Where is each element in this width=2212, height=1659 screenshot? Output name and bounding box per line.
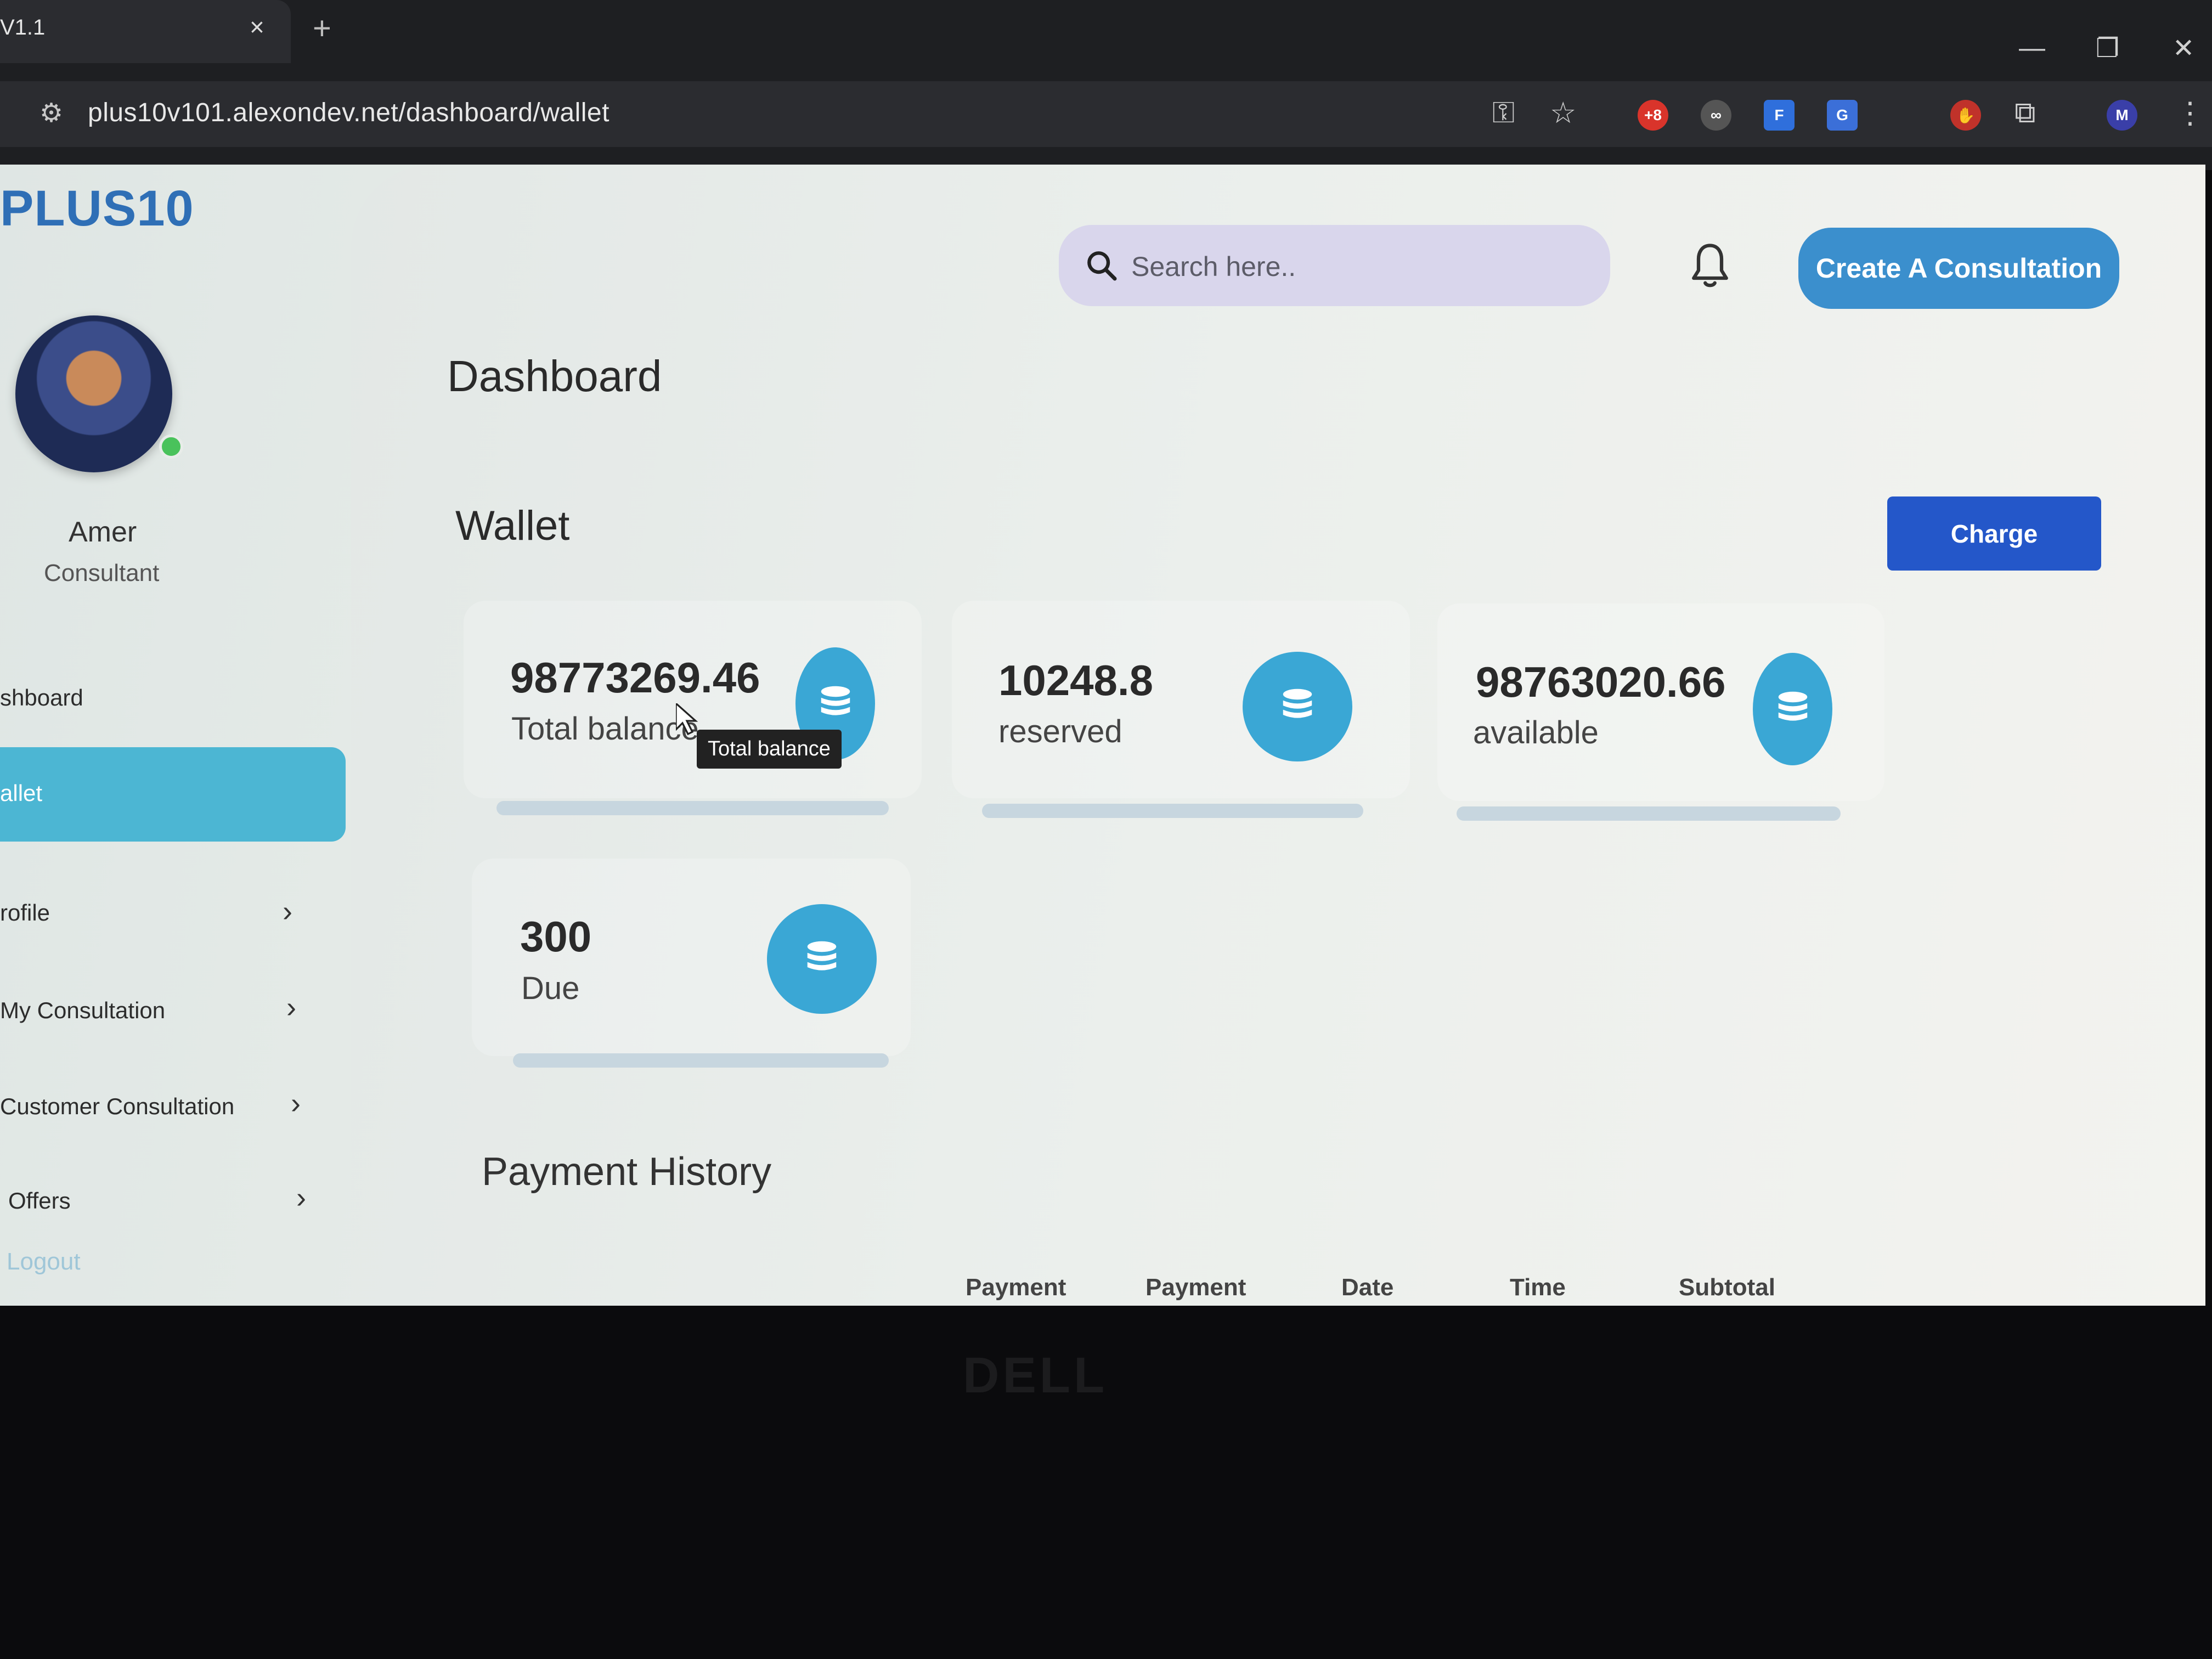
extension-icon-3[interactable]: F [1764, 100, 1795, 131]
sidebar-item-label: shboard [0, 685, 83, 710]
device-brand-logo: DELL [963, 1347, 1108, 1403]
total-balance-value: 98773269.46 [510, 653, 760, 702]
coins-icon [767, 904, 877, 1014]
browser-menu-icon[interactable]: ⋮ [2175, 95, 2205, 130]
mouse-cursor-icon [676, 703, 698, 736]
online-status-indicator [159, 435, 183, 459]
bookmark-star-icon[interactable]: ☆ [1550, 95, 1576, 130]
tab-close-icon[interactable]: × [250, 12, 264, 42]
create-consultation-button[interactable]: Create A Consultation [1798, 228, 2119, 309]
sidebar-item-offers[interactable]: Offers [8, 1188, 71, 1214]
wallet-section-title: Wallet [455, 503, 570, 549]
due-label: Due [521, 970, 580, 1006]
browser-chrome: V1.1 × + — ❐ ✕ ⚙ plus10v101.alexondev.ne… [0, 0, 2212, 170]
sidebar-item-customer-consultation[interactable]: Customer Consultation [0, 1093, 234, 1120]
reserved-label: reserved [998, 714, 1122, 749]
browser-tab[interactable]: V1.1 × [0, 0, 291, 63]
reserved-value: 10248.8 [998, 656, 1153, 704]
card-progress-bar [513, 1053, 889, 1068]
table-header-date: Date [1341, 1274, 1394, 1301]
sidebar-item-label: allet [0, 780, 43, 806]
total-balance-label: Total balance [511, 711, 699, 747]
search-input[interactable] [1130, 241, 1593, 292]
due-value: 300 [520, 912, 592, 961]
card-progress-bar [496, 801, 889, 815]
chevron-right-icon[interactable]: › [283, 894, 292, 928]
user-role: Consultant [44, 560, 160, 586]
page-title: Dashboard [447, 352, 662, 400]
coins-icon [1753, 653, 1832, 765]
close-window-icon[interactable]: ✕ [2172, 33, 2194, 64]
available-value: 98763020.66 [1476, 658, 1726, 706]
sidebar-item-label: Offers [8, 1188, 71, 1214]
web-page: PLUS10 Amer Consultant shboard allet rof… [0, 165, 2205, 1306]
sidebar-item-profile[interactable]: rofile [0, 900, 50, 926]
sidebar-item-my-consultation[interactable]: My Consultation [0, 997, 165, 1024]
translate-extension-icon[interactable]: G [1827, 100, 1858, 131]
coins-icon [1243, 652, 1352, 761]
extension-icon-4[interactable]: ✋ [1950, 100, 1981, 131]
table-header-payment: Payment [1146, 1274, 1246, 1301]
chevron-right-icon[interactable]: › [296, 1181, 306, 1215]
address-bar[interactable]: ⚙ plus10v101.alexondev.net/dashboard/wal… [0, 81, 2212, 147]
tab-title: V1.1 [0, 15, 46, 40]
search-bar[interactable] [1059, 225, 1610, 306]
search-icon [1087, 251, 1117, 281]
app-logo[interactable]: PLUS10 [0, 180, 194, 238]
sidebar-item-label: rofile [0, 900, 50, 926]
avatar[interactable] [15, 315, 172, 472]
card-progress-bar [1457, 806, 1841, 821]
tooltip: Total balance [697, 730, 842, 769]
new-tab-button[interactable]: + [313, 10, 331, 47]
card-progress-bar [982, 804, 1363, 818]
sidebar-item-label: Customer Consultation [0, 1093, 235, 1119]
minimize-icon[interactable]: — [2019, 33, 2045, 63]
chevron-right-icon[interactable]: › [286, 990, 296, 1024]
payment-history-title: Payment History [482, 1150, 772, 1194]
extension-icon-2[interactable]: ∞ [1701, 100, 1731, 131]
available-label: available [1473, 715, 1599, 751]
notification-bell-icon[interactable] [1687, 241, 1733, 292]
site-settings-icon[interactable]: ⚙ [40, 98, 63, 128]
table-header-payment: Payment [966, 1274, 1066, 1301]
url-text[interactable]: plus10v101.alexondev.net/dashboard/walle… [88, 98, 610, 128]
sidebar-item-label: My Consultation [0, 997, 166, 1023]
charge-button[interactable]: Charge [1887, 496, 2101, 571]
profile-avatar-icon[interactable]: M [2107, 100, 2137, 131]
table-header-time: Time [1510, 1274, 1566, 1301]
sidebar-item-dashboard[interactable]: shboard [0, 685, 83, 711]
extension-icon-1[interactable]: +8 [1638, 100, 1668, 131]
logout-link[interactable]: Logout [7, 1248, 81, 1276]
password-key-icon[interactable]: ⚿ [1492, 95, 1515, 130]
restore-icon[interactable]: ❐ [2096, 33, 2119, 64]
table-header-subtotal: Subtotal [1679, 1274, 1775, 1301]
sidebar-item-wallet[interactable]: allet [0, 747, 346, 842]
extensions-puzzle-icon[interactable]: ⧉ [2015, 95, 2036, 130]
user-name: Amer [69, 516, 137, 548]
chevron-right-icon[interactable]: › [291, 1086, 301, 1120]
